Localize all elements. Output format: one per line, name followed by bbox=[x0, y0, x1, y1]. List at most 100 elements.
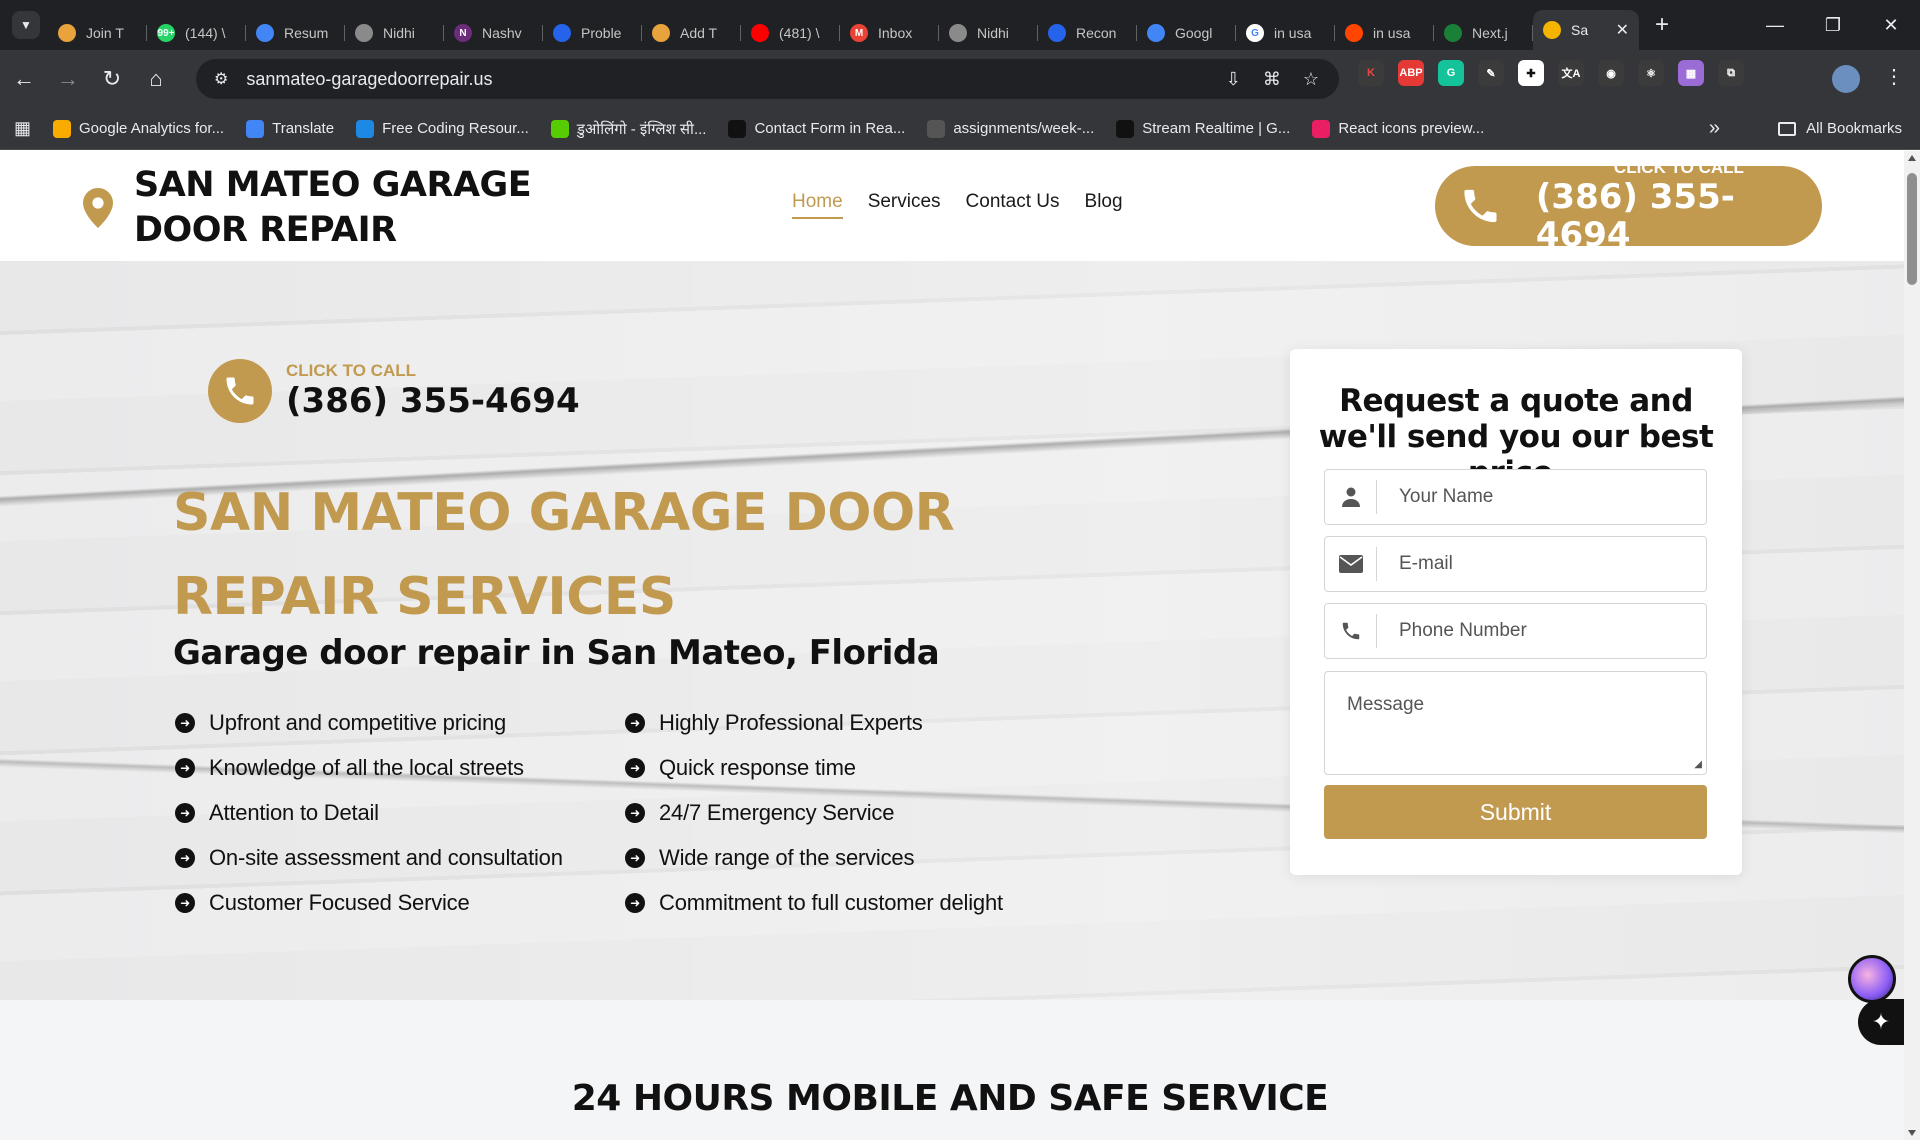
apps-grid-icon[interactable]: ▦ bbox=[14, 118, 31, 139]
brand[interactable]: SAN MATEO GARAGE DOOR REPAIR bbox=[82, 163, 614, 253]
close-tab-icon[interactable]: ✕ bbox=[1616, 20, 1629, 40]
browser-tab[interactable]: Nidhi bbox=[345, 16, 444, 50]
profile-avatar[interactable] bbox=[1832, 65, 1860, 93]
translate-icon[interactable]: ⌘ bbox=[1263, 69, 1281, 90]
back-button[interactable]: ← bbox=[4, 66, 44, 92]
browser-tab[interactable]: Proble bbox=[543, 16, 642, 50]
bookmark-item[interactable]: Contact Form in Rea... bbox=[728, 119, 905, 138]
bookmark-item[interactable]: React icons preview... bbox=[1312, 119, 1484, 138]
nav-blog[interactable]: Blog bbox=[1085, 191, 1123, 219]
browser-tab[interactable]: Resum bbox=[246, 16, 345, 50]
page-scrollbar[interactable] bbox=[1904, 151, 1920, 1140]
bookmarks-overflow-button[interactable]: » bbox=[1709, 117, 1720, 140]
message-textarea[interactable] bbox=[1325, 672, 1706, 774]
browser-tab[interactable]: (481) \ bbox=[741, 16, 840, 50]
tab-favicon-icon bbox=[58, 24, 76, 42]
email-field[interactable] bbox=[1324, 536, 1707, 592]
hero-section: CLICK TO CALL (386) 355-4694 SAN MATEO G… bbox=[0, 261, 1904, 1000]
bookmark-star-icon[interactable]: ☆ bbox=[1303, 69, 1319, 90]
close-window-button[interactable]: ✕ bbox=[1862, 0, 1920, 50]
feature-item: ➜ On-site assessment and consultation bbox=[175, 844, 625, 872]
browser-tab[interactable]: Nidhi bbox=[939, 16, 1038, 50]
bookmark-item[interactable]: डुओलिंगो - इंग्लिश सी... bbox=[550, 119, 706, 139]
bookmark-item[interactable]: Stream Realtime | G... bbox=[1116, 119, 1290, 138]
extension-icon[interactable]: ✎ bbox=[1478, 60, 1504, 86]
name-field[interactable] bbox=[1324, 469, 1707, 525]
arrow-circle-icon: ➜ bbox=[175, 803, 195, 823]
name-input[interactable] bbox=[1377, 486, 1697, 508]
section-title: 24 HOURS MOBILE AND SAFE SERVICE bbox=[571, 1078, 1329, 1119]
browser-tab[interactable]: Join T bbox=[48, 16, 147, 50]
sparkle-icon[interactable]: ✦ bbox=[1858, 999, 1904, 1045]
browser-tab[interactable]: Recon bbox=[1038, 16, 1137, 50]
arrow-circle-icon: ➜ bbox=[625, 893, 645, 913]
extension-icon[interactable]: ✚ bbox=[1518, 60, 1544, 86]
feature-item: ➜ Commitment to full customer delight bbox=[625, 889, 1075, 917]
minimize-button[interactable]: — bbox=[1746, 0, 1804, 50]
bookmark-item[interactable]: Free Coding Resour... bbox=[356, 119, 529, 138]
browser-tab[interactable]: N Nashv bbox=[444, 16, 543, 50]
browser-tab[interactable]: in usa bbox=[1335, 16, 1434, 50]
tab-title: (481) \ bbox=[779, 25, 820, 41]
browser-tab[interactable]: Add T bbox=[642, 16, 741, 50]
browser-tab[interactable]: 99+ (144) \ bbox=[147, 16, 246, 50]
feature-item: ➜ Knowledge of all the local streets bbox=[175, 754, 625, 782]
tab-favicon-icon bbox=[553, 24, 571, 42]
url-text[interactable]: sanmateo-garagedoorrepair.us bbox=[246, 69, 492, 90]
extension-icon[interactable]: G bbox=[1438, 60, 1464, 86]
feature-item: ➜ Quick response time bbox=[625, 754, 1075, 782]
scroll-up-arrow-icon[interactable] bbox=[1908, 155, 1916, 161]
browser-tab[interactable]: M Inbox bbox=[840, 16, 939, 50]
assistant-avatar[interactable] bbox=[1848, 955, 1896, 1003]
tab-favicon-icon bbox=[1147, 24, 1165, 42]
scroll-thumb[interactable] bbox=[1907, 173, 1917, 285]
reload-button[interactable]: ↻ bbox=[92, 66, 132, 92]
resize-grip-icon[interactable]: ◢ bbox=[1694, 759, 1702, 770]
scroll-down-arrow-icon[interactable] bbox=[1908, 1130, 1916, 1136]
brand-name[interactable]: SAN MATEO GARAGE DOOR REPAIR bbox=[134, 163, 614, 253]
email-input[interactable] bbox=[1377, 553, 1697, 575]
tab-search-button[interactable]: ▼ bbox=[12, 11, 40, 39]
extensions-bar: K ABP G ✎ ✚ 文A ◉ ⚛ ▦ ⧉ bbox=[1358, 60, 1744, 86]
phone-input[interactable] bbox=[1377, 620, 1697, 642]
tab-favicon-icon bbox=[751, 24, 769, 42]
new-tab-button[interactable]: + bbox=[1655, 11, 1669, 39]
web-page: SAN MATEO GARAGE DOOR REPAIR Home Servic… bbox=[0, 151, 1904, 1140]
bookmark-item[interactable]: assignments/week-... bbox=[927, 119, 1094, 138]
hero-call-link[interactable]: CLICK TO CALL (386) 355-4694 bbox=[208, 359, 580, 423]
address-bar[interactable]: ⚙ sanmateo-garagedoorrepair.us ⇩ ⌘ ☆ bbox=[196, 59, 1339, 99]
assistant-widget[interactable]: ✦ bbox=[1848, 955, 1904, 1045]
extension-icon[interactable]: ⚛ bbox=[1638, 60, 1664, 86]
phone-field[interactable] bbox=[1324, 603, 1707, 659]
install-app-icon[interactable]: ⇩ bbox=[1226, 69, 1241, 90]
browser-tab[interactable]: Next.j bbox=[1434, 16, 1533, 50]
submit-button[interactable]: Submit bbox=[1324, 785, 1707, 839]
menu-kebab-icon[interactable]: ⋮ bbox=[1884, 64, 1904, 89]
forward-button[interactable]: → bbox=[48, 66, 88, 92]
browser-tab[interactable]: Googl bbox=[1137, 16, 1236, 50]
tab-favicon-icon bbox=[1345, 24, 1363, 42]
tab-favicon-icon: M bbox=[850, 24, 868, 42]
tab-title: Inbox bbox=[878, 25, 913, 41]
site-info-icon[interactable]: ⚙ bbox=[214, 69, 228, 89]
extension-icon[interactable]: ABP bbox=[1398, 60, 1424, 86]
extension-icon[interactable]: ◉ bbox=[1598, 60, 1624, 86]
extension-icon[interactable]: ▦ bbox=[1678, 60, 1704, 86]
restore-button[interactable]: ❐ bbox=[1804, 0, 1862, 50]
header-call-button[interactable]: CLICK TO CALL (386) 355-4694 bbox=[1435, 158, 1822, 254]
message-field[interactable]: ◢ bbox=[1324, 671, 1707, 775]
browser-tab[interactable]: Sa ✕ bbox=[1533, 10, 1639, 50]
nav-contact-us[interactable]: Contact Us bbox=[966, 191, 1060, 219]
nav-services[interactable]: Services bbox=[868, 191, 941, 219]
all-bookmarks-button[interactable]: All Bookmarks bbox=[1778, 120, 1902, 137]
bookmark-item[interactable]: Google Analytics for... bbox=[53, 119, 224, 138]
user-icon bbox=[1325, 480, 1377, 514]
bookmark-item[interactable]: Translate bbox=[246, 119, 334, 138]
browser-tab[interactable]: Gin usa bbox=[1236, 16, 1335, 50]
nav-home[interactable]: Home bbox=[792, 191, 843, 219]
extension-icon[interactable]: 文A bbox=[1558, 60, 1584, 86]
extension-icon[interactable]: ⧉ bbox=[1718, 60, 1744, 86]
extension-icon[interactable]: K bbox=[1358, 60, 1384, 86]
home-button[interactable]: ⌂ bbox=[136, 66, 176, 92]
folder-icon bbox=[1778, 121, 1797, 136]
